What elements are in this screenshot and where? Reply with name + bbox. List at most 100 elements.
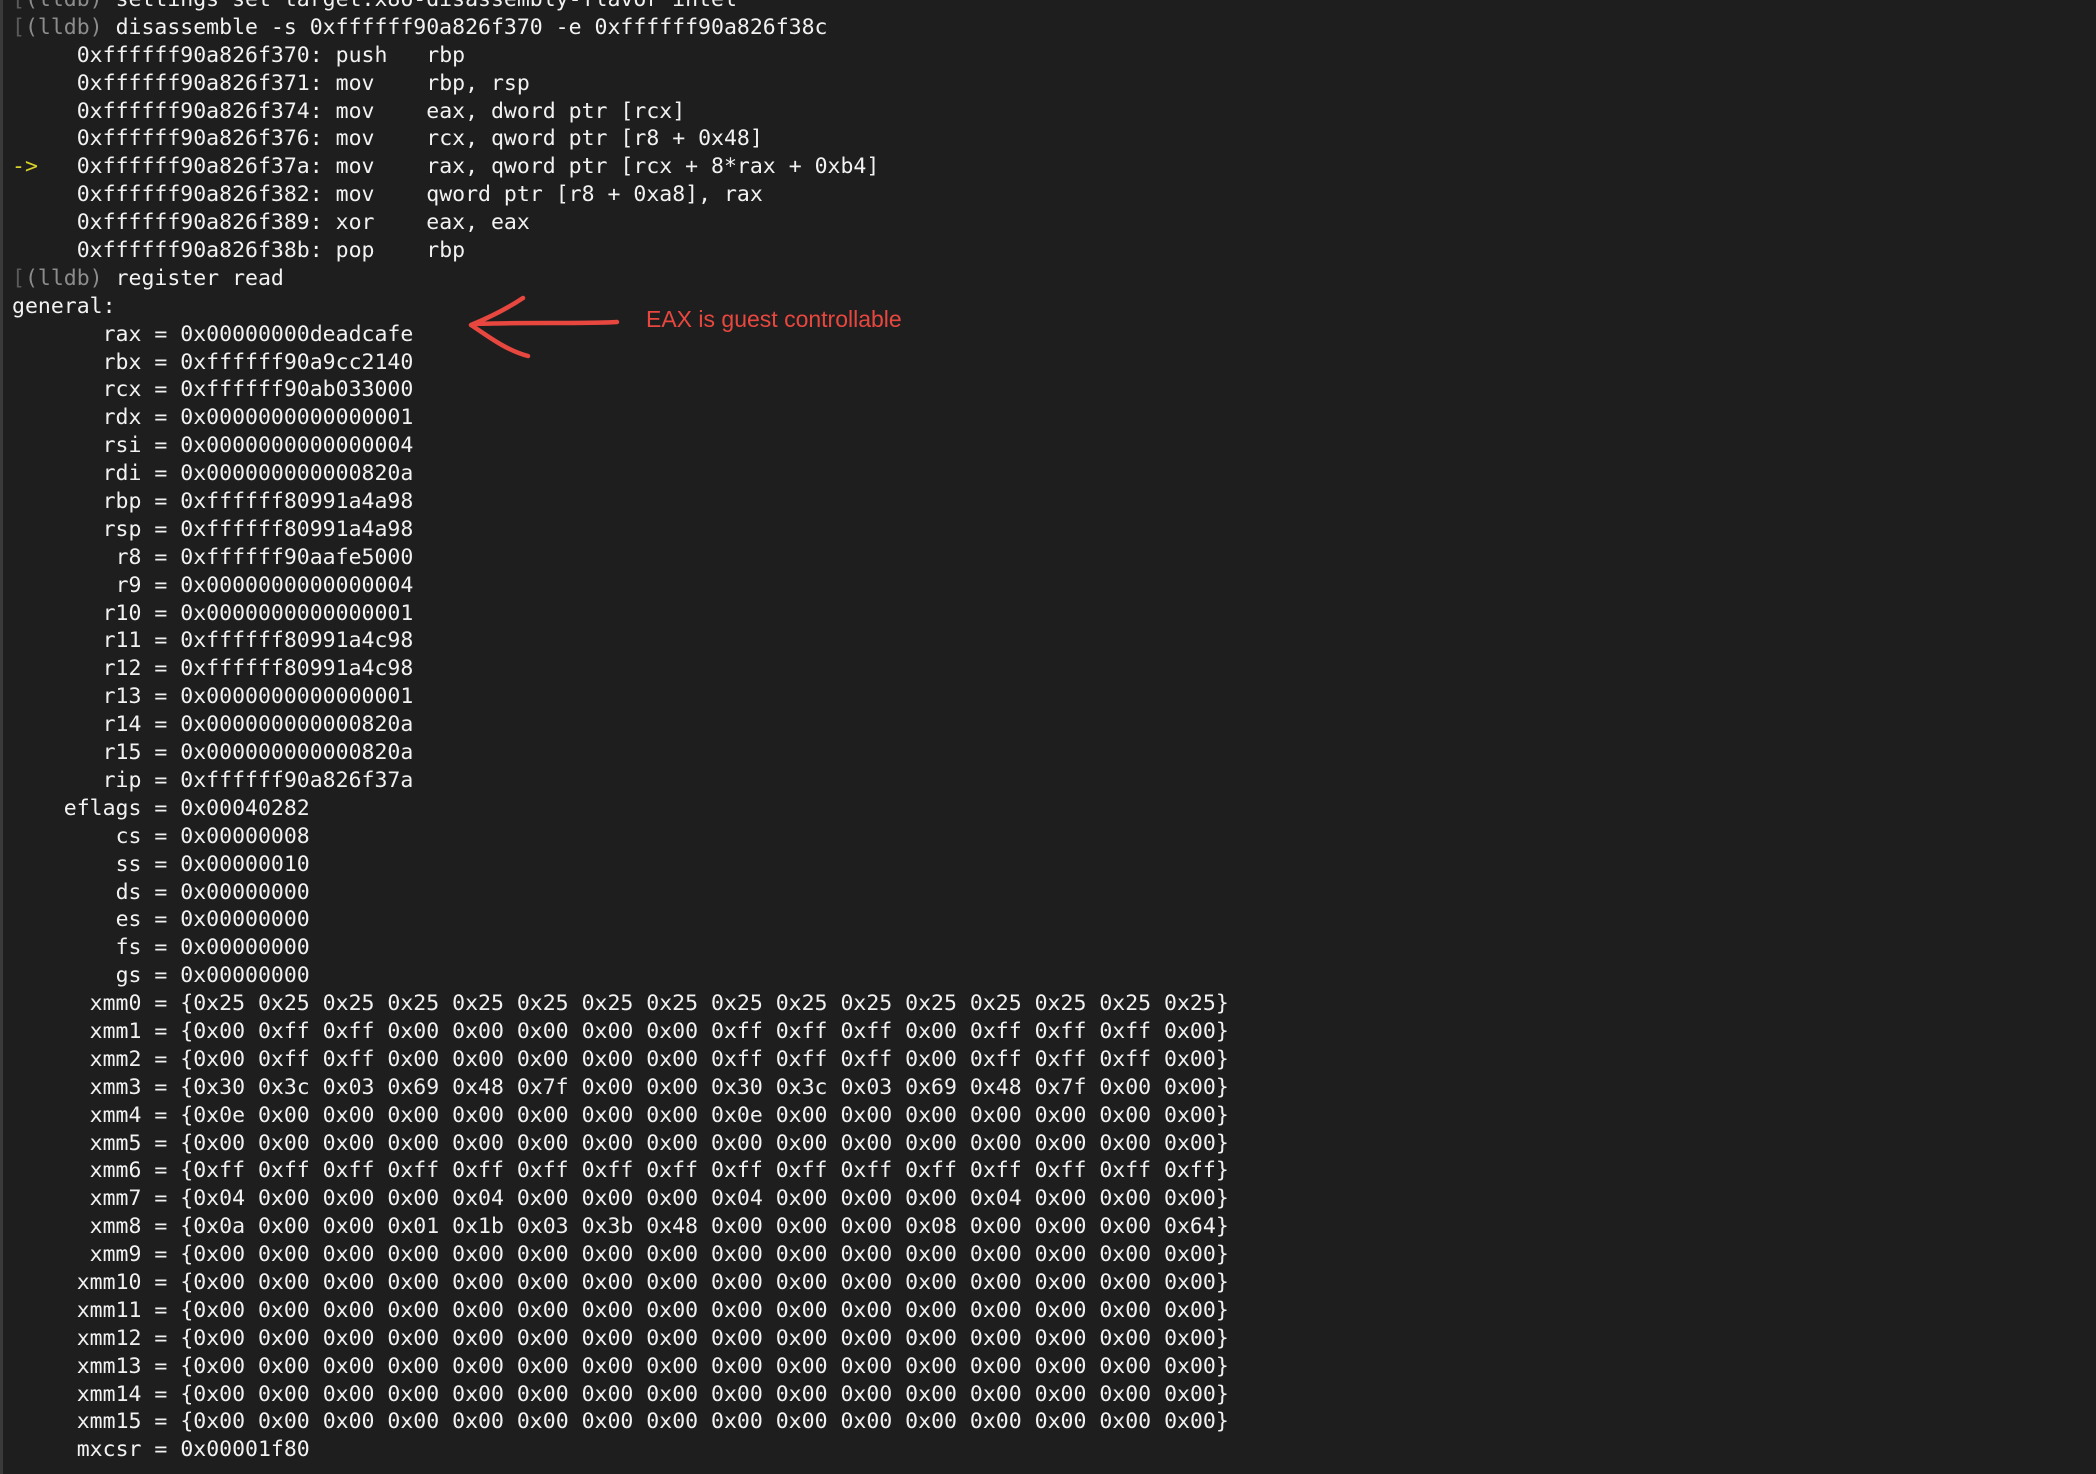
register-value: 0x0000000000000001	[180, 684, 414, 710]
register-name: xmm8	[89, 1214, 142, 1240]
instruction-address: 0xffffff90a826f38b:	[76, 238, 323, 264]
instruction-mnemonic: xor	[335, 210, 375, 236]
register-value: 0x000000000000820a	[180, 712, 414, 738]
instruction-address: 0xffffff90a826f382:	[76, 182, 323, 208]
register-row: xmm3 = {0x30 0x3c 0x03 0x69 0x48 0x7f 0x…	[89, 1074, 1229, 1100]
register-value: 0xffffff90a826f37a	[180, 767, 414, 793]
register-value: {0x00 0x00 0x00 0x00 0x00 0x00 0x00 0x00…	[180, 1269, 1229, 1295]
register-row: rdx = 0x0000000000000001	[102, 405, 414, 431]
instruction-operands: rbp	[426, 238, 466, 264]
instruction-row: 0xffffff90a826f389: xor eax, eax	[3, 209, 1229, 237]
command-line-register-read: [(lldb) register read	[3, 265, 1229, 293]
pc-gutter	[12, 182, 77, 207]
register-row: xmm14 = {0x00 0x00 0x00 0x00 0x00 0x00 0…	[76, 1381, 1229, 1407]
register-row: r15 = 0x000000000000820a	[102, 740, 414, 766]
instruction-mnemonic: mov	[335, 182, 375, 208]
register-value: 0x0000000000000001	[180, 600, 414, 626]
register-value: 0x000000000000820a	[180, 740, 414, 766]
register-row: xmm2 = {0x00 0xff 0xff 0x00 0x00 0x00 0x…	[89, 1046, 1229, 1072]
register-name: rdx	[102, 405, 142, 431]
register-value: {0x00 0x00 0x00 0x00 0x00 0x00 0x00 0x00…	[180, 1381, 1229, 1407]
register-row: r10 = 0x0000000000000001	[102, 600, 414, 626]
register-value: {0x00 0x00 0x00 0x00 0x00 0x00 0x00 0x00…	[180, 1130, 1229, 1156]
register-row: es = 0x00000000	[115, 907, 310, 933]
register-value: {0x00 0x00 0x00 0x00 0x00 0x00 0x00 0x00…	[180, 1297, 1229, 1323]
register-name: xmm3	[89, 1074, 142, 1100]
register-row: xmm13 = {0x00 0x00 0x00 0x00 0x00 0x00 0…	[76, 1353, 1229, 1379]
register-name: xmm6	[89, 1158, 142, 1184]
pc-gutter	[12, 126, 77, 151]
register-value: 0x00000000	[180, 879, 310, 905]
register-row: rsp = 0xffffff80991a4a98	[102, 516, 414, 542]
instruction-mnemonic: mov	[335, 154, 375, 180]
register-row: gs = 0x00000000	[115, 963, 310, 989]
register-name: es	[115, 907, 142, 933]
register-value: {0xff 0xff 0xff 0xff 0xff 0xff 0xff 0xff…	[180, 1158, 1229, 1184]
instruction-operands: rbp, rsp	[426, 70, 530, 96]
register-name: fs	[115, 935, 142, 961]
instruction-row: 0xffffff90a826f370: push rbp	[3, 42, 1229, 70]
register-row: r14 = 0x000000000000820a	[102, 712, 414, 738]
pc-arrow-icon: ->	[12, 154, 77, 180]
prompt-bracket: [	[12, 14, 25, 40]
instruction-operands: qword ptr [r8 + 0xa8], rax	[426, 182, 763, 208]
register-value: 0x00000000	[180, 907, 310, 933]
register-value: 0xffffff90aafe5000	[180, 544, 414, 570]
instruction-mnemonic: mov	[335, 98, 375, 124]
register-value: 0xffffff80991a4c98	[180, 628, 414, 654]
register-value: {0x0a 0x00 0x00 0x01 0x1b 0x03 0x3b 0x48…	[180, 1214, 1229, 1240]
instruction-mnemonic: mov	[335, 70, 375, 96]
register-name: cs	[115, 823, 142, 849]
terminal-window[interactable]: [ (lldb) settings set target.x86-disassem…	[0, 0, 2096, 1474]
command-text: settings set target.x86-disassembly-flav…	[116, 0, 737, 12]
register-value: 0x0000000000000004	[180, 433, 414, 459]
instruction-mnemonic: pop	[335, 238, 375, 264]
instruction-address: 0xffffff90a826f389:	[76, 210, 323, 236]
instruction-row: 0xffffff90a826f371: mov rbp, rsp	[3, 70, 1229, 98]
register-row: xmm9 = {0x00 0x00 0x00 0x00 0x00 0x00 0x…	[89, 1242, 1229, 1268]
register-value: {0x0e 0x00 0x00 0x00 0x00 0x00 0x00 0x00…	[180, 1102, 1229, 1128]
register-name: rbx	[102, 349, 142, 375]
register-name: xmm10	[76, 1269, 142, 1295]
register-name: rcx	[102, 377, 142, 403]
register-name: mxcsr	[76, 1437, 142, 1463]
annotation-label: EAX is guest controllable	[646, 306, 902, 332]
register-name: xmm12	[76, 1325, 142, 1351]
register-name: rsi	[102, 433, 142, 459]
register-name: r8	[115, 544, 142, 570]
instruction-row: -> 0xffffff90a826f37a: mov rax, qword pt…	[3, 153, 1229, 181]
register-value: 0x00001f80	[180, 1437, 310, 1463]
register-name: rip	[102, 767, 142, 793]
pc-gutter	[12, 238, 77, 263]
register-value: {0x00 0x00 0x00 0x00 0x00 0x00 0x00 0x00…	[180, 1353, 1229, 1379]
register-name: r11	[102, 628, 142, 654]
register-value: 0xffffff80991a4c98	[180, 656, 414, 682]
register-row: r8 = 0xffffff90aafe5000	[115, 544, 414, 570]
pc-gutter	[12, 43, 77, 68]
instruction-operands: rax, qword ptr [rcx + 8*rax + 0xb4]	[426, 154, 880, 180]
register-row: rsi = 0x0000000000000004	[102, 433, 414, 459]
register-row: xmm5 = {0x00 0x00 0x00 0x00 0x00 0x00 0x…	[89, 1130, 1229, 1156]
register-row: ss = 0x00000010	[115, 851, 310, 877]
register-name: gs	[115, 963, 142, 989]
instruction-operands: eax, dword ptr [rcx]	[426, 98, 686, 124]
instruction-operands: rbp	[426, 42, 466, 68]
register-name: xmm9	[89, 1242, 142, 1268]
register-name: r15	[102, 740, 142, 766]
register-value: {0x00 0x00 0x00 0x00 0x00 0x00 0x00 0x00…	[180, 1409, 1229, 1435]
register-row: xmm11 = {0x00 0x00 0x00 0x00 0x00 0x00 0…	[76, 1297, 1229, 1323]
register-value: 0xffffff90ab033000	[180, 377, 414, 403]
pc-gutter	[12, 99, 77, 124]
command-text: register read	[115, 265, 284, 291]
prompt: (lldb)	[24, 265, 103, 291]
register-name: r9	[115, 572, 142, 598]
register-name: eflags	[63, 795, 142, 821]
register-row: rcx = 0xffffff90ab033000	[102, 377, 414, 403]
command-line-settings: [(lldb) settings set target.x86-disassem…	[3, 0, 1229, 14]
register-name: r13	[102, 684, 142, 710]
register-value: 0x00000010	[180, 851, 310, 877]
register-row: xmm1 = {0x00 0xff 0xff 0x00 0x00 0x00 0x…	[89, 1018, 1229, 1044]
instruction-mnemonic: push	[335, 42, 388, 68]
instruction-address: 0xffffff90a826f370:	[76, 42, 323, 68]
register-value: 0x00000000	[180, 935, 310, 961]
